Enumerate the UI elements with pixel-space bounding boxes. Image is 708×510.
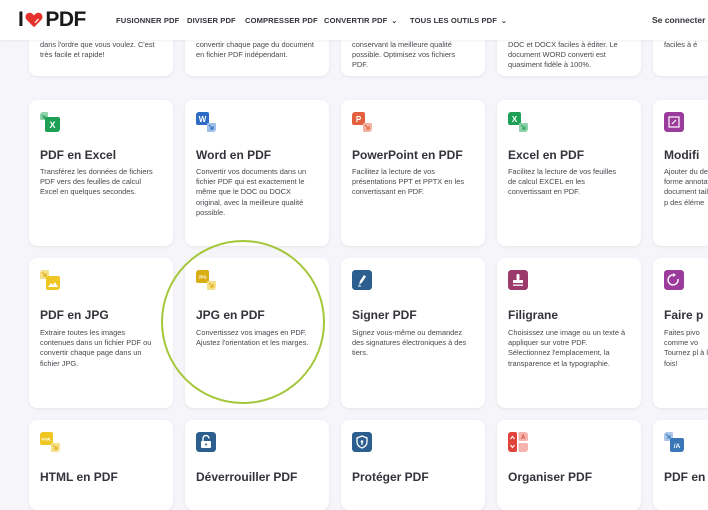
tool-card-sign-pdf[interactable]: Signer PDF Signez vous-même ou demandez … <box>341 258 485 408</box>
stamp-icon <box>508 270 528 290</box>
tool-description: conservant la meilleure qualité possible… <box>352 40 456 70</box>
tool-description: convertir chaque page du document en fic… <box>196 40 314 60</box>
image-icon <box>40 270 60 290</box>
nav-compress-pdf[interactable]: COMPRESSER PDF <box>245 16 318 25</box>
tool-title: Signer PDF <box>352 308 417 322</box>
translate-icon: /A <box>664 432 684 452</box>
tool-title: Excel en PDF <box>508 148 585 162</box>
tool-card-unlock-pdf[interactable]: Déverrouiller PDF <box>185 420 329 510</box>
tool-description: Facilitez la lecture de vos présentation… <box>352 167 465 197</box>
tool-title: PowerPoint en PDF <box>352 148 463 162</box>
login-link[interactable]: Se connecter <box>652 15 705 25</box>
tool-description: Convertissez vos images en PDF. Ajustez … <box>196 328 309 348</box>
excel-icon: X <box>40 112 60 132</box>
tool-title: PDF en Excel <box>40 148 117 162</box>
tool-title: PDF en JPG <box>40 308 109 322</box>
html-icon: HTML <box>40 432 60 452</box>
tool-description: Extraire toutes les images contenues dan… <box>40 328 152 368</box>
tool-title: Protéger PDF <box>352 470 429 484</box>
nav-all-tools[interactable]: TOUS LES OUTILS PDF ⌄ <box>410 16 507 25</box>
word-icon: W <box>196 112 216 132</box>
edit-icon <box>664 112 684 132</box>
svg-text:A: A <box>521 435 526 441</box>
tool-card-excel-to-pdf[interactable]: X Excel en PDF Facilitez la lecture de v… <box>497 100 641 246</box>
logo-letter: I <box>18 8 24 31</box>
tool-card-organize-pdf[interactable]: A Organiser PDF <box>497 420 641 510</box>
tool-card-jpg-to-pdf[interactable]: JPG JPG en PDF Convertissez vos images e… <box>185 258 329 408</box>
nav-split-pdf[interactable]: DIVISER PDF <box>187 16 236 25</box>
tool-description: Convertir vos documents dans un fichier … <box>196 167 307 217</box>
svg-text:W: W <box>199 115 207 124</box>
tool-description: Signez vous-même ou demandez des signatu… <box>352 328 467 358</box>
tool-title: Word en PDF <box>196 148 272 162</box>
tool-title: Faire p <box>664 308 704 322</box>
tool-card-word-to-pdf[interactable]: W Word en PDF Convertir vos documents da… <box>185 100 329 246</box>
svg-text:JPG: JPG <box>198 275 206 280</box>
tool-description: Choisissez une image ou un texte à appli… <box>508 328 626 368</box>
tool-card-pdf-to-jpg[interactable]: PDF en JPG Extraire toutes les images co… <box>29 258 173 408</box>
tool-title: JPG en PDF <box>196 308 265 322</box>
organize-icon: A <box>508 432 528 452</box>
tool-card-protect-pdf[interactable]: Protéger PDF <box>341 420 485 510</box>
tool-card-rotate-pdf[interactable]: Faire p Faites pivo comme vo Tournez pl … <box>653 258 708 408</box>
rotate-icon <box>664 270 684 290</box>
tool-card-powerpoint-to-pdf[interactable]: P PowerPoint en PDF Facilitez la lecture… <box>341 100 485 246</box>
shield-icon <box>352 432 372 452</box>
svg-text:P: P <box>356 115 362 124</box>
tool-card-edit-pdf[interactable]: Modifi Ajouter du des forme annotatio do… <box>653 100 708 246</box>
tool-description: faciles à é <box>664 40 698 49</box>
tool-description: dans l'ordre que vous voulez. C'est très… <box>40 40 155 60</box>
tool-title: HTML en PDF <box>40 470 118 484</box>
tool-card-watermark[interactable]: Filigrane Choisissez une image ou un tex… <box>497 258 641 408</box>
logo-text: PDF <box>45 8 86 31</box>
pen-icon <box>352 270 372 290</box>
tool-description: Transférez les données de fichiers PDF v… <box>40 167 153 197</box>
tool-description: Ajouter du des forme annotatio document … <box>664 167 708 207</box>
tool-card-html-to-pdf[interactable]: HTML HTML en PDF <box>29 420 173 510</box>
svg-text:/A: /A <box>674 443 681 450</box>
unlock-icon <box>196 432 216 452</box>
top-navbar: I PDF FUSIONNER PDF DIVISER PDF COMPRESS… <box>0 0 708 40</box>
excel-icon: X <box>508 112 528 132</box>
svg-text:X: X <box>49 120 55 130</box>
nav-merge-pdf[interactable]: FUSIONNER PDF <box>116 16 179 25</box>
tool-description: Facilitez la lecture de vos feuilles de … <box>508 167 617 197</box>
jpg-icon: JPG <box>196 270 216 290</box>
svg-text:X: X <box>512 115 518 124</box>
nav-convert-pdf[interactable]: CONVERTIR PDF ⌄ <box>324 16 397 25</box>
tool-description: Faites pivo comme vo Tournez pl à la foi… <box>664 328 708 368</box>
tool-title: PDF en <box>664 470 706 484</box>
tool-title: Modifi <box>664 148 700 162</box>
ilovepdf-logo[interactable]: I PDF <box>18 8 86 31</box>
chevron-down-icon: ⌄ <box>391 18 398 25</box>
tool-title: Organiser PDF <box>508 470 593 484</box>
svg-text:HTML: HTML <box>42 438 53 442</box>
tool-card-translate-pdf[interactable]: /A PDF en <box>653 420 708 510</box>
tool-title: Déverrouiller PDF <box>196 470 298 484</box>
tool-card-pdf-to-excel[interactable]: X PDF en Excel Transférez les données de… <box>29 100 173 246</box>
chevron-down-icon: ⌄ <box>501 18 507 25</box>
powerpoint-icon: P <box>352 112 372 132</box>
tool-description: DOC et DOCX faciles à éditer. Le documen… <box>508 40 618 70</box>
heart-icon <box>25 12 43 28</box>
tool-title: Filigrane <box>508 308 559 322</box>
